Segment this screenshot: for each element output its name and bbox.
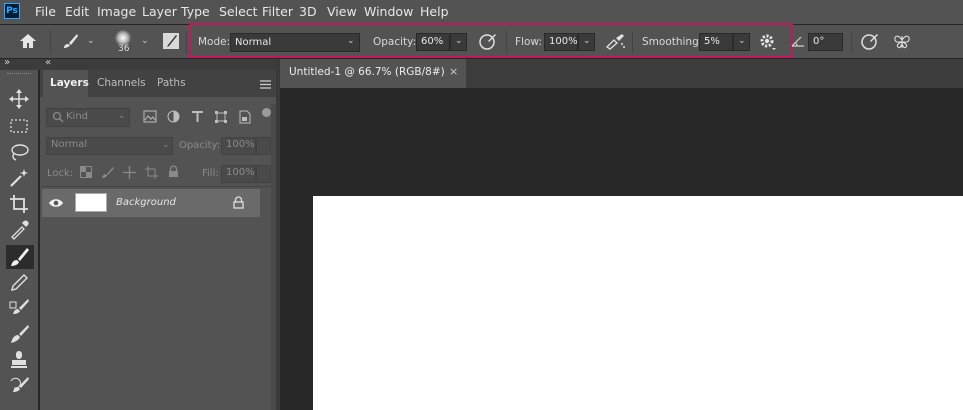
collapse-panels-icon[interactable]: « xyxy=(45,57,51,68)
layer-opacity-input[interactable]: 100% xyxy=(221,137,256,155)
lock-transparent-pixels-icon[interactable] xyxy=(80,166,92,178)
lasso-tool-icon[interactable] xyxy=(8,141,30,163)
tab-channels[interactable]: Channels xyxy=(97,70,146,97)
crop-tool-icon[interactable] xyxy=(8,193,30,215)
fill-input[interactable]: 100% xyxy=(221,165,256,183)
lock-label: Lock: xyxy=(47,168,74,179)
pressure-size-icon[interactable] xyxy=(860,32,880,50)
marquee-tool-icon[interactable] xyxy=(8,115,30,137)
blend-mode-value: Normal xyxy=(51,139,88,150)
panel-menu-icon[interactable] xyxy=(260,80,271,89)
menu-image[interactable]: Image xyxy=(97,0,136,24)
brush-size-value: 36 xyxy=(118,44,130,54)
tab-paths[interactable]: Paths xyxy=(157,70,186,97)
magic-wand-tool-icon[interactable] xyxy=(8,167,30,189)
history-brush-tool-icon[interactable] xyxy=(8,375,30,397)
filter-adjustment-icon[interactable] xyxy=(167,110,180,123)
pencil-tool-icon[interactable] xyxy=(8,272,30,294)
symmetry-butterfly-icon[interactable] xyxy=(892,32,912,50)
fill-value: 100% xyxy=(226,167,255,178)
tab-layers[interactable]: Layers xyxy=(50,70,89,97)
eyedropper-tool-icon[interactable] xyxy=(8,219,30,241)
angle-input[interactable]: 0° xyxy=(808,33,843,51)
document-tab-title[interactable]: Untitled-1 @ 66.7% (RGB/8#) xyxy=(289,66,445,78)
layer-thumbnail[interactable] xyxy=(75,193,107,212)
menu-file[interactable]: File xyxy=(35,0,56,24)
angle-value: 0° xyxy=(813,36,825,47)
home-icon[interactable] xyxy=(19,33,37,49)
brush-settings-panel-icon[interactable] xyxy=(162,32,180,50)
filter-toggle-switch[interactable] xyxy=(262,108,271,117)
app-logo-icon: Ps xyxy=(4,3,20,19)
separator xyxy=(50,31,51,53)
panel-collapse-strip xyxy=(0,59,280,70)
menu-help[interactable]: Help xyxy=(420,0,449,24)
menu-window[interactable]: Window xyxy=(364,0,413,24)
filter-type-icon[interactable] xyxy=(191,110,204,123)
layer-lock-icon xyxy=(233,196,244,209)
filter-kind-placeholder: Kind xyxy=(66,111,89,122)
lock-artboard-icon[interactable] xyxy=(145,166,158,179)
document-canvas[interactable] xyxy=(313,196,963,410)
mixer-brush-tool-icon[interactable] xyxy=(8,323,30,345)
menu-edit[interactable]: Edit xyxy=(65,0,89,24)
menu-type[interactable]: Type xyxy=(181,0,210,24)
fill-label: Fill: xyxy=(202,168,219,179)
menu-3d[interactable]: 3D xyxy=(299,0,317,24)
layer-opacity-value: 100% xyxy=(226,139,255,150)
lock-all-icon[interactable] xyxy=(168,165,179,178)
fill-dropdown[interactable] xyxy=(256,165,271,183)
layer-opacity-label: Opacity: xyxy=(179,140,221,151)
menu-view[interactable]: View xyxy=(327,0,357,24)
expand-panels-icon[interactable]: » xyxy=(4,57,10,68)
move-tool-icon[interactable] xyxy=(8,88,30,110)
chevron-down-icon[interactable]: ⌄ xyxy=(87,36,95,46)
lock-position-icon[interactable] xyxy=(123,166,136,179)
chevron-down-icon: ⌄ xyxy=(118,111,126,121)
divider xyxy=(42,186,271,187)
filter-smart-object-icon[interactable] xyxy=(238,110,251,124)
blend-mode-dropdown[interactable]: Normal xyxy=(46,137,173,155)
menu-select[interactable]: Select xyxy=(219,0,258,24)
separator xyxy=(186,31,187,53)
angle-icon xyxy=(791,36,804,47)
chevron-down-icon: ⌄ xyxy=(162,140,170,150)
clone-stamp-brush-icon[interactable] xyxy=(8,297,30,319)
menu-layer[interactable]: Layer xyxy=(142,0,177,24)
layer-opacity-dropdown[interactable] xyxy=(256,137,271,155)
chevron-down-icon[interactable]: ⌄ xyxy=(141,36,149,46)
filter-shape-icon[interactable] xyxy=(214,110,228,124)
lock-image-pixels-icon[interactable] xyxy=(101,166,114,178)
menu-filter[interactable]: Filter xyxy=(262,0,293,24)
separator xyxy=(851,31,852,53)
stamp-tool-icon[interactable] xyxy=(8,349,30,371)
brush-tool-icon[interactable] xyxy=(8,246,30,268)
highlight-box xyxy=(189,23,793,58)
layer-name[interactable]: Background xyxy=(116,197,176,208)
close-icon[interactable]: × xyxy=(449,65,458,78)
search-icon xyxy=(52,111,64,123)
brush-preset-icon[interactable] xyxy=(60,33,80,49)
toolbar-grip[interactable] xyxy=(7,73,31,76)
filter-pixel-icon[interactable] xyxy=(143,110,157,123)
eye-visibility-icon[interactable] xyxy=(48,198,64,208)
